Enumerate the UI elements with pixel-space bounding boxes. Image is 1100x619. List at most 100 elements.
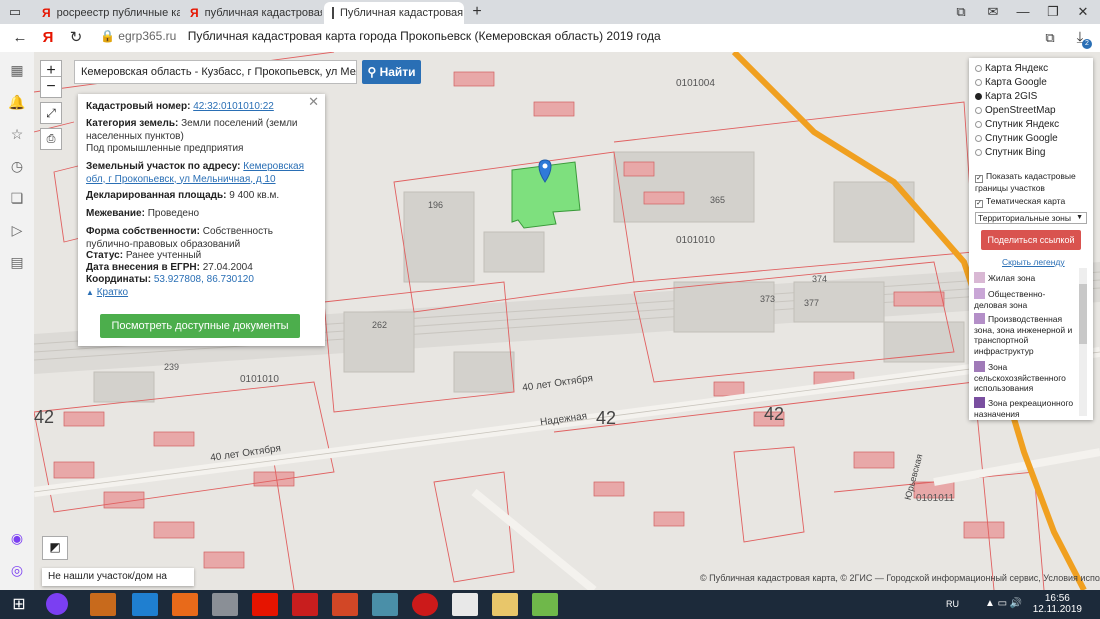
- hide-legend-link[interactable]: Скрыть легенду: [1002, 257, 1065, 267]
- show-borders-checkbox[interactable]: ✓ Показать кадастровые границы участков: [975, 171, 1087, 193]
- pdf-icon[interactable]: [292, 593, 318, 616]
- close-window-icon[interactable]: ✕: [1072, 2, 1094, 22]
- zoom-out-button[interactable]: −: [40, 76, 62, 98]
- legend-swatch: [974, 272, 985, 283]
- legend-item: Зона сельскохозяйственного использования: [974, 361, 1078, 394]
- notes-icon[interactable]: ❏: [7, 188, 27, 208]
- building: [93, 371, 155, 403]
- print-icon[interactable]: ⎙: [40, 128, 62, 150]
- district-label: 42: [34, 407, 55, 427]
- checkbox-checked-icon: ✓: [975, 200, 983, 208]
- cad-label: Кадастровый номер:: [86, 101, 191, 112]
- reload-icon[interactable]: ↻: [66, 28, 86, 48]
- page-icon: [332, 7, 334, 19]
- legend-swatch: [974, 397, 985, 408]
- parcel-boundary: [433, 471, 515, 583]
- opera-icon[interactable]: [412, 593, 438, 616]
- layer-option-google-satellite[interactable]: Спутник Google: [975, 132, 1085, 146]
- new-tab-button[interactable]: +: [466, 2, 488, 22]
- apps-grid-icon[interactable]: ▦: [7, 60, 27, 80]
- alice-icon[interactable]: ◎: [7, 560, 27, 580]
- tab-1[interactable]: Я росреестр публичные кар: [34, 2, 180, 24]
- search-button[interactable]: ⚲ Найти: [362, 60, 421, 84]
- layers-panel: Карта Яндекс Карта Google Карта 2GIS Ope…: [969, 58, 1093, 420]
- building: [673, 281, 775, 333]
- firefox-icon[interactable]: [172, 593, 198, 616]
- search-input[interactable]: Кемеровская область - Кузбасс, г Прокопь…: [74, 60, 357, 84]
- network-app-icon[interactable]: [372, 593, 398, 616]
- notifications-icon[interactable]: ✉: [982, 2, 1004, 22]
- legend-scrollbar[interactable]: [1079, 268, 1087, 416]
- zones-select[interactable]: Территориальные зоны ▼: [975, 212, 1087, 224]
- layer-option-google-map[interactable]: Карта Google: [975, 76, 1085, 90]
- legend-label: Производственная зона, зона инженерной и…: [974, 314, 1073, 356]
- district-label: 42: [764, 404, 785, 424]
- tray-icons[interactable]: ▲ ▭ 🔊: [985, 598, 1022, 609]
- layer-option-yandex-satellite[interactable]: Спутник Яндекс: [975, 118, 1085, 132]
- select-value: Территориальные зоны: [978, 213, 1071, 223]
- collapse-icon: ▲: [86, 288, 94, 297]
- share-link-button[interactable]: Поделиться ссылкой: [981, 230, 1081, 250]
- lock-icon: 🔒: [100, 29, 115, 43]
- powerpoint-icon[interactable]: [332, 593, 358, 616]
- media-player-icon[interactable]: [90, 593, 116, 616]
- layer-option-yandex-map[interactable]: Карта Яндекс: [975, 62, 1085, 76]
- area-value: 9 400 кв.м.: [229, 190, 280, 201]
- radio-icon: [975, 121, 982, 128]
- layers-toggle-icon[interactable]: ◩: [42, 536, 68, 560]
- fullscreen-icon[interactable]: ⤢: [40, 102, 62, 124]
- legend-item: Производственная зона, зона инженерной и…: [974, 313, 1078, 356]
- url-field[interactable]: 🔒 egrp365.ru Публичная кадастровая карта…: [100, 29, 661, 43]
- layer-label: Карта Яндекс: [985, 63, 1049, 74]
- house-number: 373: [760, 294, 776, 304]
- minimize-icon[interactable]: —: [1012, 2, 1034, 22]
- legend-item: Общественно-деловая зона: [974, 288, 1078, 310]
- restore-icon[interactable]: ❐: [1042, 2, 1064, 22]
- building: [453, 351, 515, 393]
- radio-icon: [975, 149, 982, 156]
- start-icon[interactable]: ⊞: [6, 593, 32, 616]
- alice-taskbar-icon[interactable]: [46, 593, 68, 615]
- date-value: 27.04.2004: [202, 262, 253, 273]
- bell-icon[interactable]: 🔔: [7, 92, 27, 112]
- layer-label: Карта 2GIS: [985, 91, 1038, 102]
- building: [643, 191, 685, 205]
- downloads-badge: 2: [1082, 39, 1092, 49]
- scrollbar-thumb[interactable]: [1079, 284, 1087, 344]
- tab-3-active[interactable]: Публичная кадастровая ✕: [324, 2, 464, 24]
- map-pin-dot: [542, 163, 548, 169]
- language-indicator[interactable]: RU: [946, 599, 959, 609]
- view-documents-button[interactable]: Посмотреть доступные документы: [100, 314, 300, 338]
- layer-option-osm[interactable]: OpenStreetMap: [975, 104, 1085, 118]
- messenger-icon[interactable]: ◉: [7, 528, 27, 548]
- legend-swatch: [974, 288, 985, 299]
- parcel-boundary: [733, 446, 805, 543]
- ie-icon[interactable]: [132, 593, 158, 616]
- editor-icon[interactable]: [532, 593, 558, 616]
- back-icon[interactable]: ←: [10, 28, 30, 48]
- clock[interactable]: 16:56 12.11.2019: [1033, 593, 1082, 615]
- yandex-icon: Я: [42, 6, 51, 20]
- radio-icon: [975, 135, 982, 142]
- layer-option-bing-satellite[interactable]: Спутник Bing: [975, 146, 1085, 160]
- history-icon[interactable]: ◷: [7, 156, 27, 176]
- thematic-map-checkbox[interactable]: ✓ Тематическая карта: [975, 196, 1087, 208]
- yandex-browser-taskbar-icon[interactable]: [452, 593, 478, 616]
- not-found-link[interactable]: Не нашли участок/дом на карте?: [42, 568, 194, 600]
- play-icon[interactable]: ▷: [7, 220, 27, 240]
- star-icon[interactable]: ☆: [7, 124, 27, 144]
- cad-number-link[interactable]: 42:32:0101010:22: [193, 101, 274, 112]
- layer-label: Карта Google: [985, 77, 1047, 88]
- sidebar-toggle-icon[interactable]: ▭: [4, 2, 26, 22]
- layer-option-2gis-map[interactable]: Карта 2GIS: [975, 90, 1085, 104]
- yandex-home-icon[interactable]: Я: [38, 28, 58, 48]
- tab-2[interactable]: Я публичная кадастровая к: [182, 2, 322, 24]
- folder-icon[interactable]: [492, 593, 518, 616]
- yandex-taskbar-icon[interactable]: [252, 593, 278, 616]
- extensions-icon[interactable]: ⧉: [1040, 28, 1060, 48]
- brief-link[interactable]: Кратко: [97, 287, 128, 298]
- document-icon[interactable]: ▤: [7, 252, 27, 272]
- building: [53, 461, 95, 479]
- collections-icon[interactable]: ⧉: [950, 2, 972, 22]
- archive-icon[interactable]: [212, 593, 238, 616]
